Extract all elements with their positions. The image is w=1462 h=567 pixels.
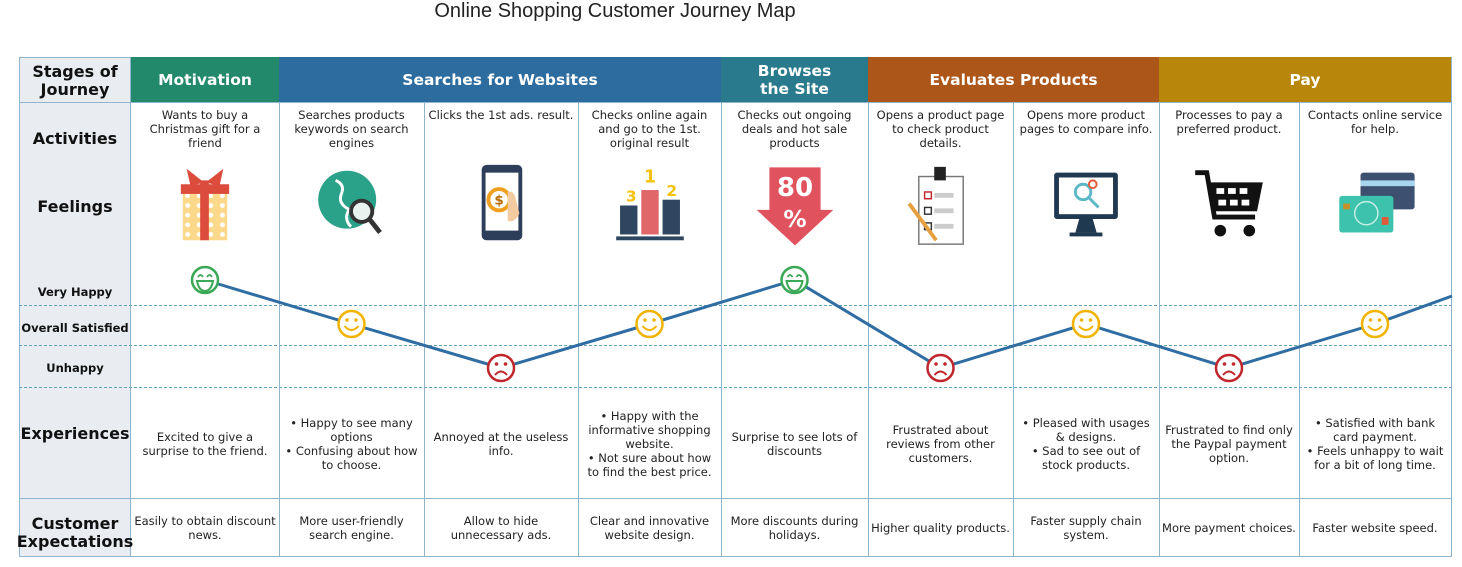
sad-face-icon: [926, 353, 955, 383]
smile-face-icon: [337, 309, 366, 339]
very-happy-face-icon: [780, 265, 809, 295]
sad-face-icon: [1214, 353, 1244, 383]
journey-map: Online Shopping Customer Journey Map Sta…: [0, 0, 1462, 567]
feelings-curve: [190, 265, 1453, 383]
smile-face-icon: [635, 309, 664, 339]
feelings-line: [204, 278, 1453, 370]
sad-face-icon: [486, 353, 516, 383]
very-happy-face-icon: [190, 265, 220, 295]
smile-face-icon: [1071, 309, 1101, 339]
smile-face-icon: [1360, 309, 1390, 339]
